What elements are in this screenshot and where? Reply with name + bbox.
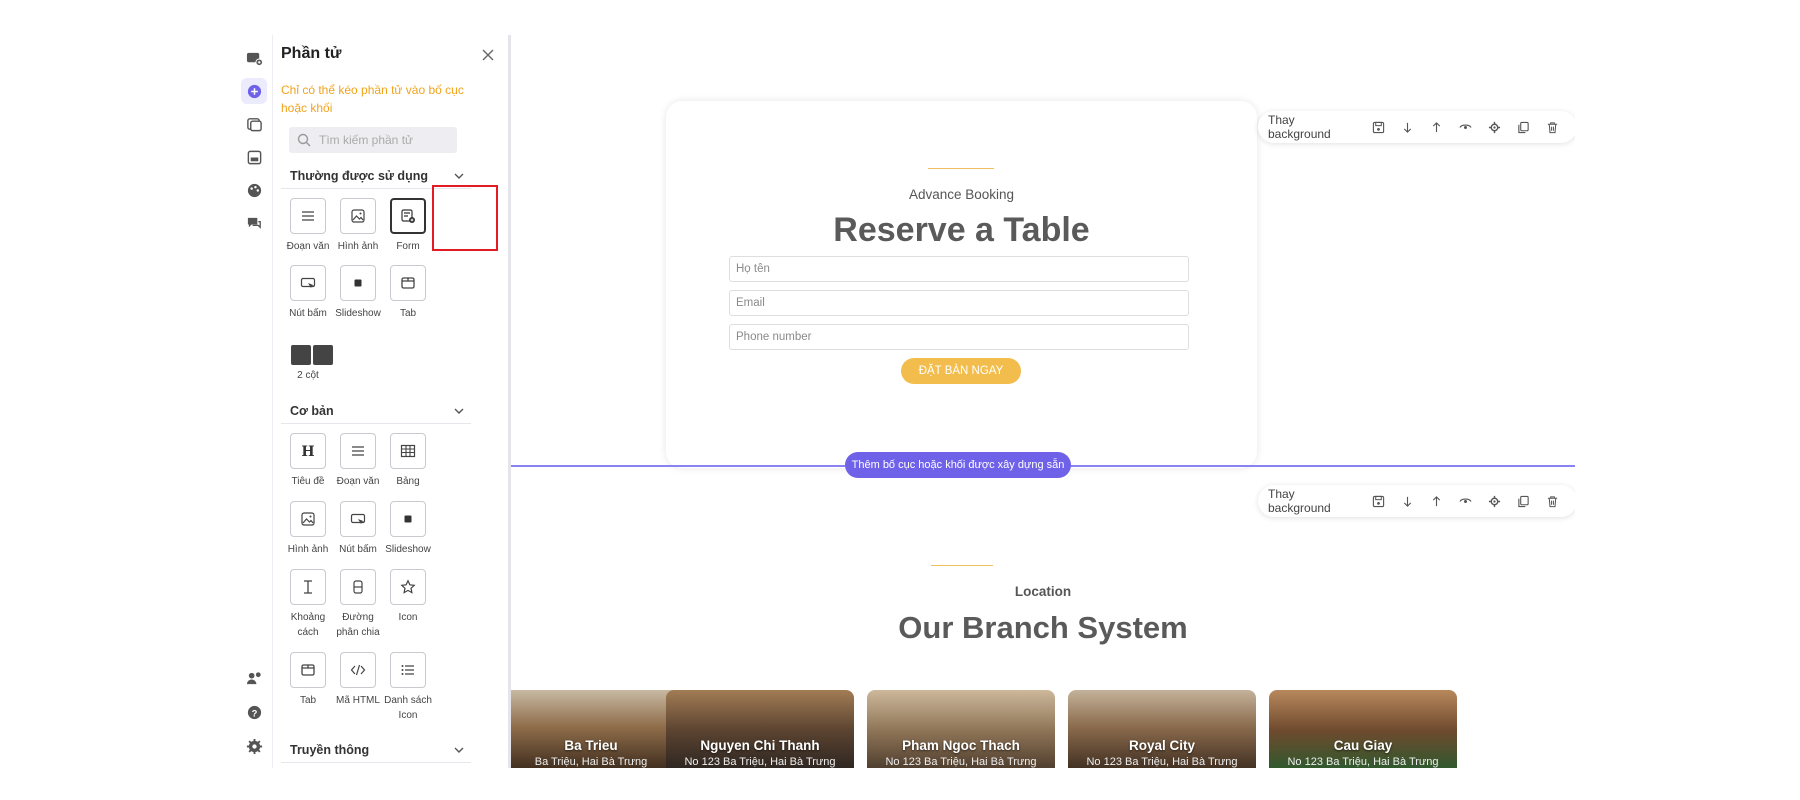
table-icon — [400, 444, 416, 458]
image-icon — [301, 512, 315, 526]
trash-icon[interactable] — [1538, 491, 1567, 511]
section-basic-header[interactable]: Cơ bản — [281, 398, 471, 424]
search-input[interactable] — [319, 133, 449, 147]
close-icon[interactable] — [480, 47, 496, 63]
list-icon — [401, 665, 414, 675]
element-form[interactable]: Form — [379, 198, 437, 254]
decor-line — [928, 168, 994, 169]
trash-icon[interactable] — [1538, 117, 1567, 137]
branch-card[interactable]: Pham Ngoc Thach No 123 Ba Triệu, Hai Bà … — [867, 690, 1055, 768]
tab-icon — [301, 664, 315, 676]
rail-sections-icon[interactable] — [241, 144, 267, 170]
section-toolbar-2: Thay background — [1258, 485, 1575, 517]
add-layout-button[interactable]: Thêm bố cục hoặc khối được xây dựng sẵn — [845, 452, 1071, 478]
editor-app: ? Phần tử Chỉ có thể kéo phần tử vào bố … — [235, 35, 1575, 768]
booking-section[interactable]: Advance Booking Reserve a Table ĐẶT BÀN … — [666, 101, 1257, 468]
rail-settings-icon[interactable] — [241, 733, 267, 759]
search-icon — [297, 133, 311, 147]
gear-icon[interactable] — [1480, 117, 1509, 137]
booking-overline: Advance Booking — [908, 187, 1015, 202]
divider-icon — [353, 580, 363, 594]
copy-icon[interactable] — [1509, 491, 1538, 511]
rail-help-icon[interactable]: ? — [241, 699, 267, 725]
slideshow-icon — [404, 515, 412, 523]
rail-chat-icon[interactable] — [241, 210, 267, 236]
name-field[interactable] — [729, 256, 1189, 282]
form-icon — [401, 209, 415, 223]
element-table[interactable]: Bảng — [379, 433, 437, 489]
svg-text:?: ? — [251, 708, 257, 719]
branch-card[interactable]: Nguyen Chi Thanh No 123 Ba Triệu, Hai Bà… — [666, 690, 854, 768]
arrow-up-icon[interactable] — [1422, 117, 1451, 137]
copy-icon[interactable] — [1509, 117, 1538, 137]
section-media-header[interactable]: Truyền thông — [281, 737, 471, 763]
elements-panel: Phần tử Chỉ có thể kéo phần tử vào bố cụ… — [273, 35, 511, 768]
save-icon[interactable] — [1364, 117, 1393, 137]
rail-users-icon[interactable] — [241, 665, 267, 691]
arrow-up-icon[interactable] — [1422, 491, 1451, 511]
element-two-columns[interactable]: 2 cột — [279, 368, 337, 383]
rail-theme-icon[interactable] — [241, 177, 267, 203]
rail-site-icon[interactable] — [241, 45, 267, 71]
image-icon — [351, 209, 365, 223]
button-icon — [350, 513, 366, 524]
rail-add-icon[interactable] — [241, 78, 267, 104]
code-icon — [350, 664, 366, 676]
element-tab[interactable]: Tab — [379, 265, 437, 321]
email-field[interactable] — [729, 290, 1189, 316]
paragraph-icon — [352, 446, 364, 456]
booking-title: Reserve a Table — [833, 211, 1090, 249]
phone-field[interactable] — [729, 324, 1189, 350]
section-basic-title: Cơ bản — [290, 403, 334, 418]
selection-highlight — [432, 185, 498, 251]
star-icon — [400, 579, 416, 594]
branch-card[interactable]: Royal City No 123 Ba Triệu, Hai Bà Trưng — [1068, 690, 1256, 768]
slideshow-icon — [354, 279, 362, 287]
chevron-down-icon — [454, 173, 464, 179]
chevron-down-icon — [454, 408, 464, 414]
search-box[interactable] — [289, 127, 457, 153]
location-title: Our Branch System — [898, 610, 1188, 645]
section-media-title: Truyền thông — [290, 742, 370, 757]
element-icon-list[interactable]: Danh sách Icon — [379, 652, 437, 723]
arrow-down-icon[interactable] — [1393, 117, 1422, 137]
page-canvas: Advance Booking Reserve a Table ĐẶT BÀN … — [511, 35, 1575, 768]
book-table-button[interactable]: ĐẶT BÀN NGAY — [901, 358, 1021, 384]
paragraph-icon — [302, 211, 314, 221]
location-overline: Location — [1014, 584, 1072, 599]
change-background-button[interactable]: Thay background — [1268, 487, 1352, 515]
decor-line — [931, 565, 993, 566]
heading-icon: H — [301, 444, 314, 459]
save-icon[interactable] — [1364, 491, 1393, 511]
eye-icon[interactable] — [1451, 491, 1480, 511]
svg-text:H: H — [301, 444, 314, 459]
panel-title: Phần tử — [281, 45, 342, 62]
branch-card[interactable]: Cau Giay No 123 Ba Triệu, Hai Bà Trưng — [1269, 690, 1457, 768]
rail-pages-icon[interactable] — [241, 111, 267, 137]
element-icon[interactable]: Icon — [379, 569, 437, 625]
branch-card[interactable]: Ba Trieu Ba Triệu, Hai Bà Trưng — [511, 690, 685, 768]
button-icon — [300, 277, 316, 288]
gear-icon[interactable] — [1480, 491, 1509, 511]
tab-icon — [401, 277, 415, 289]
left-rail: ? — [235, 35, 273, 768]
element-slideshow-basic[interactable]: Slideshow — [379, 501, 437, 557]
section-common-title: Thường được sử dụng — [290, 168, 428, 183]
section-toolbar-1: Thay background — [1258, 111, 1575, 143]
arrow-down-icon[interactable] — [1393, 491, 1422, 511]
spacing-icon — [304, 580, 312, 594]
two-column-icon[interactable] — [291, 345, 333, 365]
change-background-button[interactable]: Thay background — [1268, 113, 1352, 141]
eye-icon[interactable] — [1451, 117, 1480, 137]
panel-hint: Chỉ có thể kéo phần tử vào bố cục hoặc k… — [281, 83, 464, 115]
chevron-down-icon — [454, 747, 464, 753]
